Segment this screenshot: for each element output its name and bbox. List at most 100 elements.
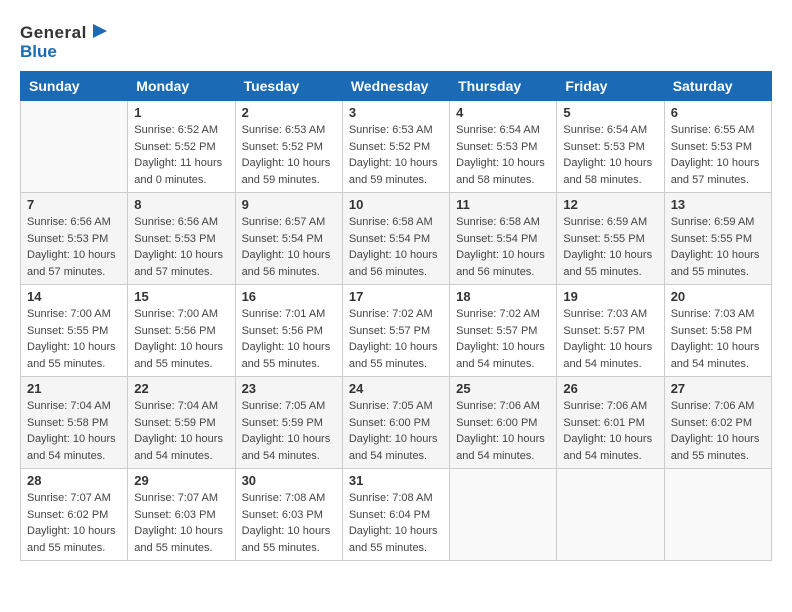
calendar-cell: 25 Sunrise: 7:06 AMSunset: 6:00 PMDayligh… [450,377,557,469]
day-info: Sunrise: 6:53 AMSunset: 5:52 PMDaylight:… [349,122,443,188]
calendar-cell: 6Sunrise: 6:55 AMSunset: 5:53 PMDaylight… [664,101,771,193]
calendar-cell: 4 Sunrise: 6:54 AMSunset: 5:53 PMDaylight… [450,101,557,193]
calendar-cell [664,469,771,561]
day-info: Sunrise: 7:06 AMSunset: 6:01 PMDaylight:… [563,398,657,464]
day-info: Sunrise: 6:58 AMSunset: 5:54 PMDaylight:… [349,214,443,280]
calendar-cell: 31 Sunrise: 7:08 AMSunset: 6:04 PMDayligh… [342,469,449,561]
calendar-cell [21,101,128,193]
weekday-header-wednesday: Wednesday [342,72,449,101]
weekday-header-saturday: Saturday [664,72,771,101]
day-number: 12 [563,197,657,212]
day-number: 18 [456,289,550,304]
day-info: Sunrise: 7:06 AMSunset: 6:02 PMDaylight:… [671,398,765,464]
day-info: Sunrise: 6:59 AMSunset: 5:55 PMDaylight:… [671,214,765,280]
day-info: Sunrise: 6:59 AMSunset: 5:55 PMDaylight:… [563,214,657,280]
day-number: 5 [563,105,657,120]
calendar-cell: 12 Sunrise: 6:59 AMSunset: 5:55 PMDayligh… [557,193,664,285]
day-info: Sunrise: 7:03 AMSunset: 5:57 PMDaylight:… [563,306,657,372]
day-number: 10 [349,197,443,212]
weekday-header-thursday: Thursday [450,72,557,101]
calendar-cell [557,469,664,561]
calendar-cell: 14Sunrise: 7:00 AMSunset: 5:55 PMDayligh… [21,285,128,377]
weekday-header-sunday: Sunday [21,72,128,101]
day-info: Sunrise: 7:03 AMSunset: 5:58 PMDaylight:… [671,306,765,372]
day-number: 24 [349,381,443,396]
calendar-cell: 15Sunrise: 7:00 AMSunset: 5:56 PMDayligh… [128,285,235,377]
day-number: 27 [671,381,765,396]
weekday-header-row: SundayMondayTuesdayWednesdayThursdayFrid… [21,72,772,101]
day-number: 29 [134,473,228,488]
weekday-header-tuesday: Tuesday [235,72,342,101]
day-info: Sunrise: 7:07 AMSunset: 6:03 PMDaylight:… [134,490,228,556]
day-info: Sunrise: 7:04 AMSunset: 5:58 PMDaylight:… [27,398,121,464]
day-info: Sunrise: 7:08 AMSunset: 6:04 PMDaylight:… [349,490,443,556]
calendar-cell: 29 Sunrise: 7:07 AMSunset: 6:03 PMDayligh… [128,469,235,561]
calendar-cell: 5 Sunrise: 6:54 AMSunset: 5:53 PMDaylight… [557,101,664,193]
calendar-cell: 20Sunrise: 7:03 AMSunset: 5:58 PMDayligh… [664,285,771,377]
day-number: 2 [242,105,336,120]
calendar-cell: 18 Sunrise: 7:02 AMSunset: 5:57 PMDayligh… [450,285,557,377]
calendar-week-row: 21Sunrise: 7:04 AMSunset: 5:58 PMDayligh… [21,377,772,469]
day-info: Sunrise: 6:52 AMSunset: 5:52 PMDaylight:… [134,122,228,188]
calendar-cell: 7Sunrise: 6:56 AMSunset: 5:53 PMDaylight… [21,193,128,285]
calendar-cell: 9Sunrise: 6:57 AMSunset: 5:54 PMDaylight… [235,193,342,285]
calendar-table: SundayMondayTuesdayWednesdayThursdayFrid… [20,71,772,561]
day-number: 13 [671,197,765,212]
day-number: 31 [349,473,443,488]
calendar-cell: 30Sunrise: 7:08 AMSunset: 6:03 PMDayligh… [235,469,342,561]
weekday-header-friday: Friday [557,72,664,101]
calendar-cell: 16Sunrise: 7:01 AMSunset: 5:56 PMDayligh… [235,285,342,377]
day-info: Sunrise: 6:53 AMSunset: 5:52 PMDaylight:… [242,122,336,188]
day-info: Sunrise: 7:07 AMSunset: 6:02 PMDaylight:… [27,490,121,556]
day-number: 19 [563,289,657,304]
calendar-cell: 8 Sunrise: 6:56 AMSunset: 5:53 PMDaylight… [128,193,235,285]
day-info: Sunrise: 7:01 AMSunset: 5:56 PMDaylight:… [242,306,336,372]
day-number: 30 [242,473,336,488]
day-info: Sunrise: 7:02 AMSunset: 5:57 PMDaylight:… [349,306,443,372]
day-number: 25 [456,381,550,396]
calendar-cell: 3 Sunrise: 6:53 AMSunset: 5:52 PMDaylight… [342,101,449,193]
day-info: Sunrise: 6:54 AMSunset: 5:53 PMDaylight:… [456,122,550,188]
day-number: 9 [242,197,336,212]
weekday-header-monday: Monday [128,72,235,101]
page-header: General Blue [20,20,772,61]
calendar-week-row: 1Sunrise: 6:52 AMSunset: 5:52 PMDaylight… [21,101,772,193]
logo-chevron-icon [89,20,111,42]
calendar-week-row: 28 Sunrise: 7:07 AMSunset: 6:02 PMDayligh… [21,469,772,561]
day-number: 11 [456,197,550,212]
day-info: Sunrise: 7:06 AMSunset: 6:00 PMDaylight:… [456,398,550,464]
calendar-cell: 28 Sunrise: 7:07 AMSunset: 6:02 PMDayligh… [21,469,128,561]
day-info: Sunrise: 7:00 AMSunset: 5:56 PMDaylight:… [134,306,228,372]
calendar-cell: 13 Sunrise: 6:59 AMSunset: 5:55 PMDayligh… [664,193,771,285]
day-number: 8 [134,197,228,212]
calendar-cell: 27 Sunrise: 7:06 AMSunset: 6:02 PMDayligh… [664,377,771,469]
day-number: 26 [563,381,657,396]
calendar-cell: 2 Sunrise: 6:53 AMSunset: 5:52 PMDaylight… [235,101,342,193]
calendar-cell: 23Sunrise: 7:05 AMSunset: 5:59 PMDayligh… [235,377,342,469]
day-number: 14 [27,289,121,304]
logo-text: General Blue [20,20,111,61]
logo: General Blue [20,20,111,61]
day-info: Sunrise: 7:04 AMSunset: 5:59 PMDaylight:… [134,398,228,464]
calendar-cell: 21Sunrise: 7:04 AMSunset: 5:58 PMDayligh… [21,377,128,469]
day-info: Sunrise: 6:54 AMSunset: 5:53 PMDaylight:… [563,122,657,188]
calendar-week-row: 7Sunrise: 6:56 AMSunset: 5:53 PMDaylight… [21,193,772,285]
calendar-cell [450,469,557,561]
calendar-cell: 22 Sunrise: 7:04 AMSunset: 5:59 PMDayligh… [128,377,235,469]
calendar-cell: 26 Sunrise: 7:06 AMSunset: 6:01 PMDayligh… [557,377,664,469]
day-info: Sunrise: 6:56 AMSunset: 5:53 PMDaylight:… [27,214,121,280]
day-info: Sunrise: 6:56 AMSunset: 5:53 PMDaylight:… [134,214,228,280]
day-info: Sunrise: 7:02 AMSunset: 5:57 PMDaylight:… [456,306,550,372]
calendar-cell: 1Sunrise: 6:52 AMSunset: 5:52 PMDaylight… [128,101,235,193]
calendar-cell: 19 Sunrise: 7:03 AMSunset: 5:57 PMDayligh… [557,285,664,377]
calendar-cell: 11Sunrise: 6:58 AMSunset: 5:54 PMDayligh… [450,193,557,285]
day-number: 17 [349,289,443,304]
calendar-cell: 24 Sunrise: 7:05 AMSunset: 6:00 PMDayligh… [342,377,449,469]
calendar-week-row: 14Sunrise: 7:00 AMSunset: 5:55 PMDayligh… [21,285,772,377]
day-number: 22 [134,381,228,396]
day-number: 4 [456,105,550,120]
calendar-cell: 17 Sunrise: 7:02 AMSunset: 5:57 PMDayligh… [342,285,449,377]
day-info: Sunrise: 7:05 AMSunset: 6:00 PMDaylight:… [349,398,443,464]
day-number: 28 [27,473,121,488]
day-number: 3 [349,105,443,120]
